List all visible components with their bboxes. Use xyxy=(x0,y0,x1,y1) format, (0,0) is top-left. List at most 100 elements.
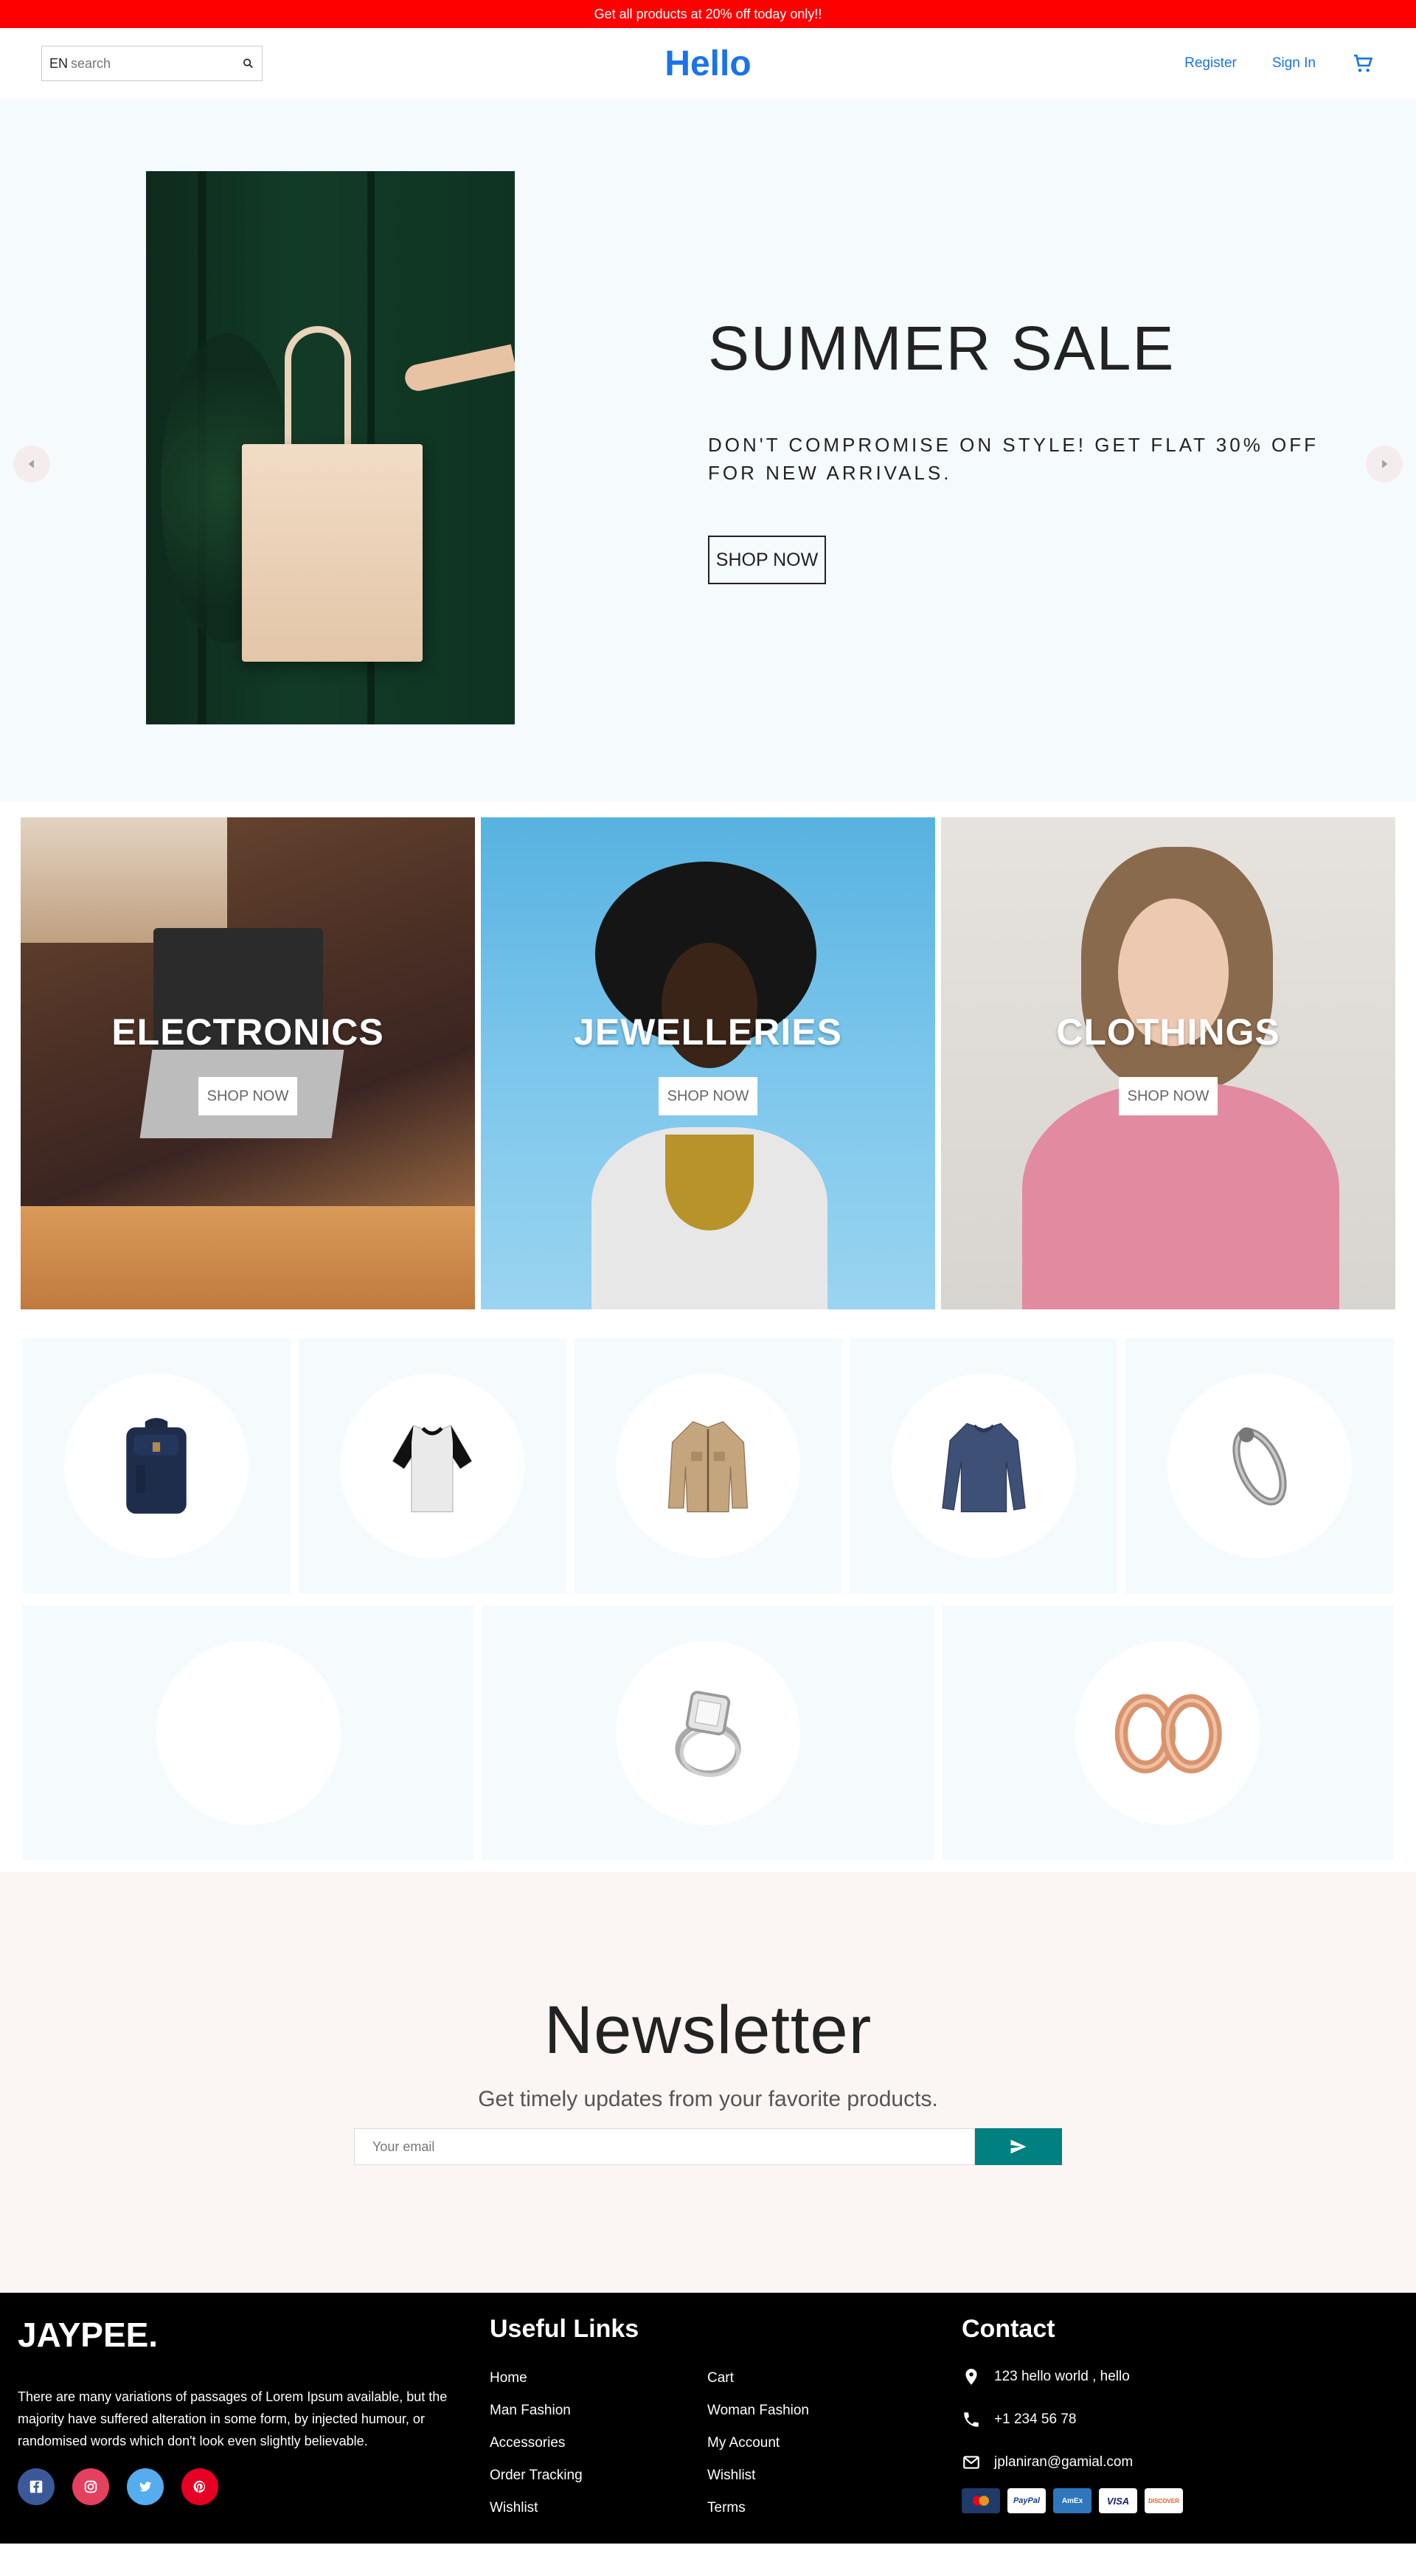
phone-icon xyxy=(964,2412,979,2427)
footer-link-terms[interactable]: Terms xyxy=(707,2500,925,2516)
category-card-electronics[interactable]: ELECTRONICS SHOP NOW xyxy=(21,817,475,1309)
product-image xyxy=(1167,1374,1352,1558)
facebook-button[interactable] xyxy=(18,2468,55,2505)
contact-address: 123 hello world , hello xyxy=(962,2367,1398,2386)
category-shop-now-button[interactable]: SHOP NOW xyxy=(659,1077,757,1115)
product-image xyxy=(1075,1641,1260,1825)
navbar: EN Hello Register Sign In xyxy=(0,28,1416,99)
contact-title: Contact xyxy=(962,2315,1055,2343)
footer-link-woman-fashion[interactable]: Woman Fashion xyxy=(707,2403,925,2419)
product-card-backpack[interactable] xyxy=(22,1338,291,1593)
pinterest-icon xyxy=(193,2480,206,2493)
slider-next-button[interactable] xyxy=(1366,446,1403,482)
hero-shop-now-button[interactable]: SHOP NOW xyxy=(708,536,826,584)
product-image xyxy=(615,1641,800,1825)
slider-prev-button[interactable] xyxy=(13,446,50,482)
footer-description: There are many variations of passages of… xyxy=(18,2389,448,2448)
newsletter-section: Newsletter Get timely updates from your … xyxy=(0,1872,1416,2293)
footer-link-wishlist-2[interactable]: Wishlist xyxy=(490,2500,707,2516)
facebook-icon xyxy=(30,2480,43,2493)
mail-icon xyxy=(963,2456,979,2469)
newsletter-subtitle: Get timely updates from your favorite pr… xyxy=(478,2087,938,2111)
newsletter-form xyxy=(354,2128,1062,2165)
language-label[interactable]: EN xyxy=(49,56,68,72)
category-card-clothings[interactable]: CLOTHINGS SHOP NOW xyxy=(941,817,1395,1309)
ring-icon xyxy=(675,1691,741,1777)
product-row xyxy=(22,1338,1394,1593)
email-text: jplaniran@gamial.com xyxy=(994,2454,1134,2470)
payment-methods: PayPal AmEx VISA DISCOVER xyxy=(962,2488,1398,2513)
footer-link-wishlist[interactable]: Wishlist xyxy=(707,2468,925,2484)
address-text: 123 hello world , hello xyxy=(994,2369,1130,2384)
product-image xyxy=(156,1641,341,1825)
twitter-button[interactable] xyxy=(127,2468,164,2505)
newsletter-submit-button[interactable] xyxy=(975,2128,1062,2165)
jacket-icon xyxy=(667,1421,749,1512)
mastercard-icon xyxy=(962,2488,1000,2513)
product-grid xyxy=(0,1318,1416,1860)
product-card-long-sleeve-shirt[interactable] xyxy=(850,1338,1118,1593)
announcement-bar: Get all products at 20% off today only!! xyxy=(0,0,1416,28)
footer-contact: Contact 123 hello world , hello +1 234 5… xyxy=(962,2315,1398,2544)
newsletter-title: Newsletter xyxy=(544,1992,872,2068)
links-list: Home Cart Man Fashion Woman Fashion Acce… xyxy=(490,2370,962,2516)
footer-links: Useful Links Home Cart Man Fashion Woman… xyxy=(490,2315,962,2544)
product-card-rose-gold-earrings[interactable] xyxy=(941,1605,1394,1860)
footer-link-my-account[interactable]: My Account xyxy=(707,2435,925,2451)
phone-text: +1 234 56 78 xyxy=(994,2411,1077,2427)
footer-link-man-fashion[interactable]: Man Fashion xyxy=(490,2403,707,2419)
category-section: ELECTRONICS SHOP NOW JEWELLERIES SHOP NO… xyxy=(0,801,1416,1318)
backpack-icon xyxy=(126,1418,187,1514)
product-card-bracelet[interactable] xyxy=(1125,1338,1394,1593)
hero-title: SUMMER SALE xyxy=(708,314,1176,383)
announcement-text: Get all products at 20% off today only!! xyxy=(594,6,822,21)
visa-icon: VISA xyxy=(1099,2488,1137,2513)
chevron-right-icon xyxy=(1382,460,1388,468)
signin-link[interactable]: Sign In xyxy=(1272,55,1316,72)
earrings-icon xyxy=(1115,1694,1223,1773)
site-logo[interactable]: Hello xyxy=(664,44,751,84)
email-input[interactable] xyxy=(354,2128,975,2165)
nav-links: Register Sign In xyxy=(1184,52,1375,75)
hero-slider: SUMMER SALE DON'T COMPROMISE ON STYLE! G… xyxy=(0,99,1416,801)
footer-link-accessories[interactable]: Accessories xyxy=(490,2435,707,2451)
social-links xyxy=(18,2468,490,2505)
instagram-icon xyxy=(84,2480,97,2493)
links-title: Useful Links xyxy=(490,2315,639,2343)
product-image xyxy=(616,1374,800,1558)
product-image xyxy=(340,1374,524,1558)
category-title: CLOTHINGS xyxy=(1056,1011,1280,1053)
contact-email: jplaniran@gamial.com xyxy=(962,2453,1398,2472)
product-image xyxy=(64,1374,249,1558)
send-icon xyxy=(1010,2139,1027,2154)
footer-link-order-tracking[interactable]: Order Tracking xyxy=(490,2468,707,2484)
footer: JAYPEE. There are many variations of pas… xyxy=(0,2293,1416,2544)
twitter-icon xyxy=(139,2482,152,2492)
hero-subtitle: DON'T COMPROMISE ON STYLE! GET FLAT 30% … xyxy=(708,434,1319,484)
product-row xyxy=(22,1605,1394,1860)
search-box: EN xyxy=(41,46,263,81)
long-sleeve-shirt-icon xyxy=(942,1422,1026,1512)
instagram-button[interactable] xyxy=(72,2468,109,2505)
paypal-icon: PayPal xyxy=(1007,2488,1046,2513)
product-card-empty[interactable] xyxy=(22,1605,475,1860)
category-shop-now-button[interactable]: SHOP NOW xyxy=(1119,1077,1218,1115)
footer-link-home[interactable]: Home xyxy=(490,2370,707,2386)
product-card-raglan-tshirt[interactable] xyxy=(298,1338,566,1593)
tshirt-icon xyxy=(392,1424,473,1512)
category-shop-now-button[interactable]: SHOP NOW xyxy=(198,1077,297,1115)
category-card-jewelleries[interactable]: JEWELLERIES SHOP NOW xyxy=(481,817,935,1309)
search-icon[interactable] xyxy=(242,54,254,73)
bracelet-icon xyxy=(1232,1427,1287,1506)
product-card-jacket[interactable] xyxy=(574,1338,842,1593)
product-card-diamond-ring[interactable] xyxy=(482,1605,934,1860)
shopping-cart-icon[interactable] xyxy=(1351,52,1375,75)
register-link[interactable]: Register xyxy=(1184,55,1237,72)
footer-about: JAYPEE. There are many variations of pas… xyxy=(18,2315,490,2544)
amex-icon: AmEx xyxy=(1053,2488,1092,2513)
pinterest-button[interactable] xyxy=(181,2468,218,2505)
hero-image xyxy=(146,171,515,724)
search-input[interactable] xyxy=(71,55,243,72)
footer-link-cart[interactable]: Cart xyxy=(707,2370,925,2386)
footer-logo[interactable]: JAYPEE. xyxy=(18,2315,490,2355)
